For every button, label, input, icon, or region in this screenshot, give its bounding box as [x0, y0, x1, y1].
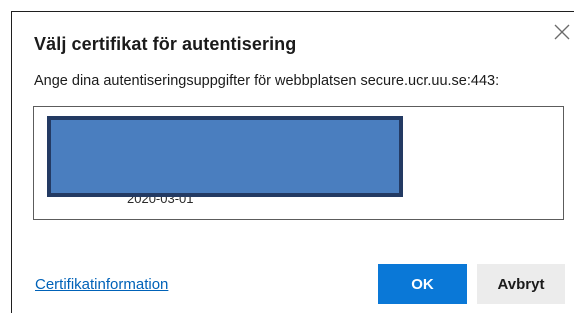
certificate-list[interactable]: 2020-03-01: [33, 106, 564, 220]
cancel-button[interactable]: Avbryt: [477, 264, 565, 304]
certificate-info-link[interactable]: Certifikatinformation: [35, 276, 168, 293]
ok-button[interactable]: OK: [378, 264, 467, 304]
close-button[interactable]: [552, 22, 572, 42]
certificate-item[interactable]: 2020-03-01: [47, 116, 403, 206]
redacted-certificate-name: [47, 116, 403, 197]
dialog-title: Välj certifikat för autentisering: [34, 34, 297, 54]
dialog-subtitle: Ange dina autentiseringsuppgifter för we…: [34, 73, 500, 89]
close-icon: [554, 24, 570, 40]
page: Välj certifikat för autentisering Ange d…: [0, 0, 574, 313]
